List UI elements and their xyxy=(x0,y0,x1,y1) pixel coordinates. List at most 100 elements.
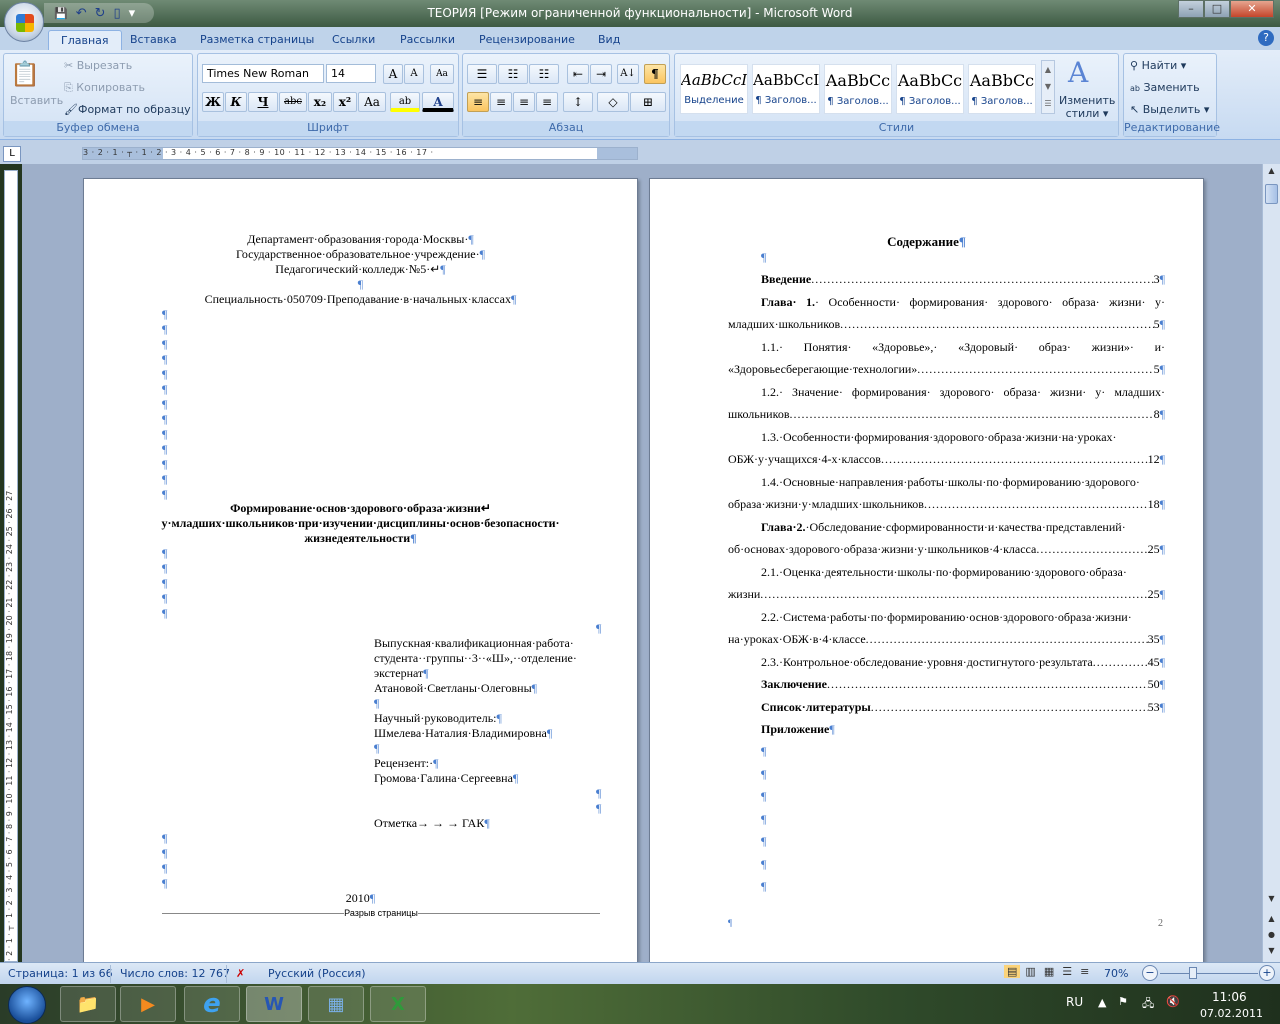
find-button[interactable]: ⚲ Найти ▾ xyxy=(1130,59,1186,72)
clear-formatting-button[interactable]: Aa xyxy=(430,64,454,84)
numbering-button[interactable]: ☷ xyxy=(498,64,528,84)
help-icon[interactable]: ? xyxy=(1258,30,1274,46)
strikethrough-button[interactable]: abc xyxy=(279,92,307,112)
styles-gallery-scroll[interactable]: ▲ ▼ ☰ xyxy=(1041,60,1055,114)
multilevel-list-button[interactable]: ☷ xyxy=(529,64,559,84)
decrease-indent-button[interactable]: ⇤ xyxy=(567,64,589,84)
superscript-button[interactable]: x² xyxy=(333,92,357,112)
line-spacing-button[interactable]: ↕ xyxy=(563,92,593,112)
toc-entry-line[interactable]: Введение 3¶ xyxy=(761,272,1165,287)
cut-button[interactable]: ✂ Вырезать xyxy=(64,59,132,72)
clock-date[interactable]: 07.02.2011 xyxy=(1200,1007,1263,1020)
draft-view-icon[interactable]: ≡ xyxy=(1077,965,1092,978)
change-styles-button[interactable]: Изменить стили ▾ xyxy=(1059,94,1115,120)
change-case-button[interactable]: Aa xyxy=(358,92,386,112)
toc-entry-line[interactable]: Глава·2.·Обследование·сформированности·и… xyxy=(761,520,1165,535)
zoom-level[interactable]: 70% xyxy=(1104,967,1128,980)
minimize-button[interactable]: – xyxy=(1178,0,1204,18)
scroll-down-arrow[interactable]: ▼ xyxy=(1265,894,1278,908)
new-document-icon[interactable]: ▯ xyxy=(114,6,121,21)
increase-indent-button[interactable]: ⇥ xyxy=(590,64,612,84)
copy-button[interactable]: ⎘ Копировать xyxy=(64,81,145,95)
customize-qat-icon[interactable]: ▾ xyxy=(129,6,136,21)
toc-entry-line[interactable]: 2.3.·Контрольное·обследование·уровня·дос… xyxy=(761,655,1165,670)
vertical-ruler[interactable]: · 2 · 1 · ┬ · 1 · 2 · 3 · 4 · 5 · 6 · 7 … xyxy=(4,170,18,962)
select-button[interactable]: ↖ Выделить ▾ xyxy=(1130,103,1209,116)
input-language[interactable]: RU xyxy=(1066,995,1083,1009)
align-left-button[interactable]: ≡ xyxy=(467,92,489,112)
bullets-button[interactable]: ☰ xyxy=(467,64,497,84)
page-1[interactable]: Департамент·образования·города·Москвы·¶ Г… xyxy=(83,178,638,968)
next-page-button[interactable]: ▼ xyxy=(1265,946,1278,960)
taskbar-calculator[interactable]: ▦ xyxy=(308,986,364,1022)
scrollbar-thumb[interactable] xyxy=(1265,184,1278,204)
vertical-scrollbar[interactable]: ▲ ▼ ▲ ● ▼ xyxy=(1262,164,1280,962)
style-emphasis[interactable]: AaBbCcI Выделение xyxy=(680,64,748,114)
toc-entry-line[interactable]: 2.2.·Система·работы·по·формированию·осно… xyxy=(761,610,1165,625)
toc-entry-line[interactable]: 1.2.· Значение· формирования· здорового·… xyxy=(761,385,1165,400)
style-heading[interactable]: AaBbCc ¶ Заголов... xyxy=(824,64,892,114)
web-layout-icon[interactable]: ▦ xyxy=(1041,965,1057,978)
office-button[interactable] xyxy=(4,2,44,42)
taskbar-explorer[interactable]: 📁 xyxy=(60,986,116,1022)
underline-button[interactable]: Ч xyxy=(248,92,278,112)
grow-font-button[interactable]: A xyxy=(383,64,403,84)
align-center-button[interactable]: ≡ xyxy=(490,92,512,112)
action-center-flag-icon[interactable]: ⚑ xyxy=(1118,995,1128,1008)
toc-entry-line[interactable]: 1.4.·Основные·направления·работы·школы·п… xyxy=(761,475,1165,490)
toc-entry-line[interactable]: жизни 25¶ xyxy=(728,587,1165,602)
maximize-button[interactable]: □ xyxy=(1204,0,1230,18)
toc-entry-line[interactable]: Заключение 50¶ xyxy=(761,677,1165,692)
toc-entry-line[interactable]: «Здоровьесберегающие·технологии» 5¶ xyxy=(728,362,1165,377)
style-heading[interactable]: AaBbCc ¶ Заголов... xyxy=(896,64,964,114)
language[interactable]: Русский (Россия) xyxy=(268,967,366,980)
font-color-button[interactable]: A xyxy=(422,92,454,112)
taskbar-internet-explorer[interactable]: e xyxy=(184,986,240,1022)
show-formatting-marks-button[interactable]: ¶ xyxy=(644,64,666,84)
sort-button[interactable]: A↓ xyxy=(617,64,639,84)
toc-entry-line[interactable]: на·уроках·ОБЖ·в·4·классе 35¶ xyxy=(728,632,1165,647)
style-heading[interactable]: AaBbCc ¶ Заголов... xyxy=(968,64,1036,114)
horizontal-ruler[interactable]: 3 · 2 · 1 · ┬ · 1 · 2 · 3 · 4 · 5 · 6 · … xyxy=(82,147,638,160)
word-count[interactable]: Число слов: 12 767 xyxy=(120,967,230,980)
page-count[interactable]: Страница: 1 из 66 xyxy=(8,967,113,980)
browse-object-button[interactable]: ● xyxy=(1265,930,1278,944)
tab-insert[interactable]: Вставка xyxy=(118,30,189,51)
scroll-up-arrow[interactable]: ▲ xyxy=(1265,166,1278,180)
toc-entry-line[interactable]: Список·литературы 53¶ xyxy=(761,700,1165,715)
taskbar-word[interactable]: W xyxy=(246,986,302,1022)
toc-entry-line[interactable]: 1.3.·Особенности·формирования·здорового·… xyxy=(761,430,1165,445)
start-button[interactable] xyxy=(8,986,46,1024)
undo-icon[interactable]: ↶ xyxy=(76,6,87,21)
page-2[interactable]: Содержание¶¶Введение3¶Глава· 1.· Особенн… xyxy=(649,178,1204,968)
redo-icon[interactable]: ↻ xyxy=(95,6,106,21)
toc-entry-line[interactable]: 1.1.· Понятия· «Здоровье»,· «Здоровый· о… xyxy=(761,340,1165,355)
justify-button[interactable]: ≡ xyxy=(536,92,558,112)
close-button[interactable]: ✕ xyxy=(1230,0,1274,18)
toc-entry-line[interactable]: школьников 8¶ xyxy=(728,407,1165,422)
zoom-slider-track[interactable] xyxy=(1160,973,1258,974)
tab-selector[interactable]: L xyxy=(3,146,21,162)
tab-home[interactable]: Главная xyxy=(48,30,122,51)
shading-button[interactable]: ◇ xyxy=(597,92,629,112)
previous-page-button[interactable]: ▲ xyxy=(1265,914,1278,928)
style-heading[interactable]: AaBbCcI ¶ Заголов... xyxy=(752,64,820,114)
zoom-in-button[interactable]: + xyxy=(1259,965,1275,981)
toc-entry-line[interactable]: Приложение¶ xyxy=(761,722,1165,737)
borders-button[interactable]: ⊞ xyxy=(630,92,666,112)
zoom-out-button[interactable]: − xyxy=(1142,965,1158,981)
toc-entry-line[interactable]: 2.1.·Оценка·деятельности·школы·по·формир… xyxy=(761,565,1165,580)
tab-page-layout[interactable]: Разметка страницы xyxy=(188,30,326,51)
toc-entry-line[interactable]: об·основах·здорового·образа·жизни·у·школ… xyxy=(728,542,1165,557)
paste-button[interactable]: Вставить xyxy=(10,94,63,107)
outline-view-icon[interactable]: ☰ xyxy=(1059,965,1075,978)
italic-button[interactable]: К xyxy=(225,92,247,112)
format-painter-button[interactable]: 🖌Формат по образцу xyxy=(64,103,191,116)
print-layout-view-icon[interactable]: ▤ xyxy=(1004,965,1021,978)
zoom-slider-thumb[interactable] xyxy=(1188,967,1197,979)
toc-entry-line[interactable]: образа·жизни·у·младших·школьников 18¶ xyxy=(728,497,1165,512)
clock-time[interactable]: 11:06 xyxy=(1212,990,1247,1004)
tab-references[interactable]: Ссылки xyxy=(320,30,387,51)
tab-view[interactable]: Вид xyxy=(586,30,632,51)
volume-muted-icon[interactable]: 🔇 xyxy=(1166,995,1180,1008)
